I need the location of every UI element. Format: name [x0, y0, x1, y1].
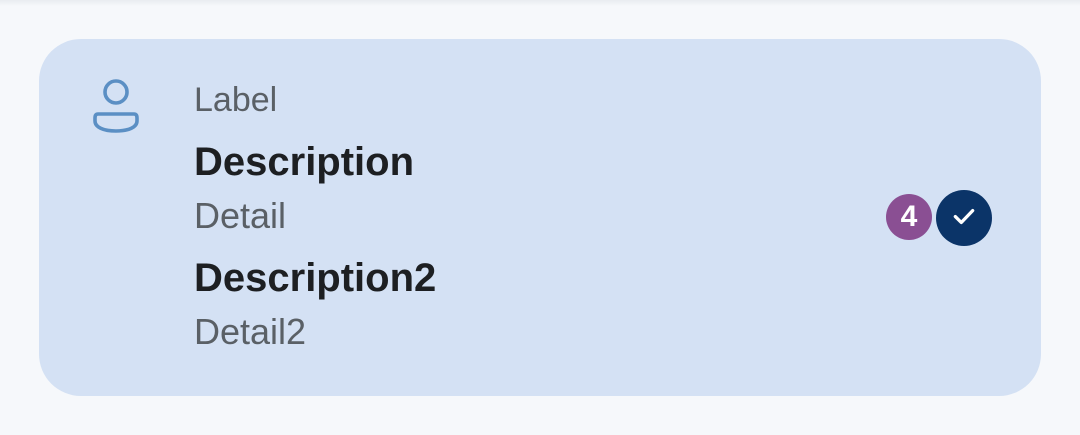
list-item-card[interactable]: Label Description Detail Description2 De… [39, 39, 1041, 396]
check-button[interactable] [936, 190, 992, 246]
top-divider-shadow [0, 0, 1080, 6]
card-text-column: Label Description Detail Description2 De… [194, 79, 794, 369]
card-description: Description [194, 140, 415, 184]
card-description-2: Description2 [194, 256, 437, 300]
card-label: Label [194, 81, 278, 119]
count-badge: 4 [886, 194, 932, 240]
person-icon [93, 77, 139, 133]
card-detail: Detail [194, 195, 287, 236]
card-detail-2: Detail2 [194, 311, 307, 352]
check-icon [951, 203, 977, 234]
